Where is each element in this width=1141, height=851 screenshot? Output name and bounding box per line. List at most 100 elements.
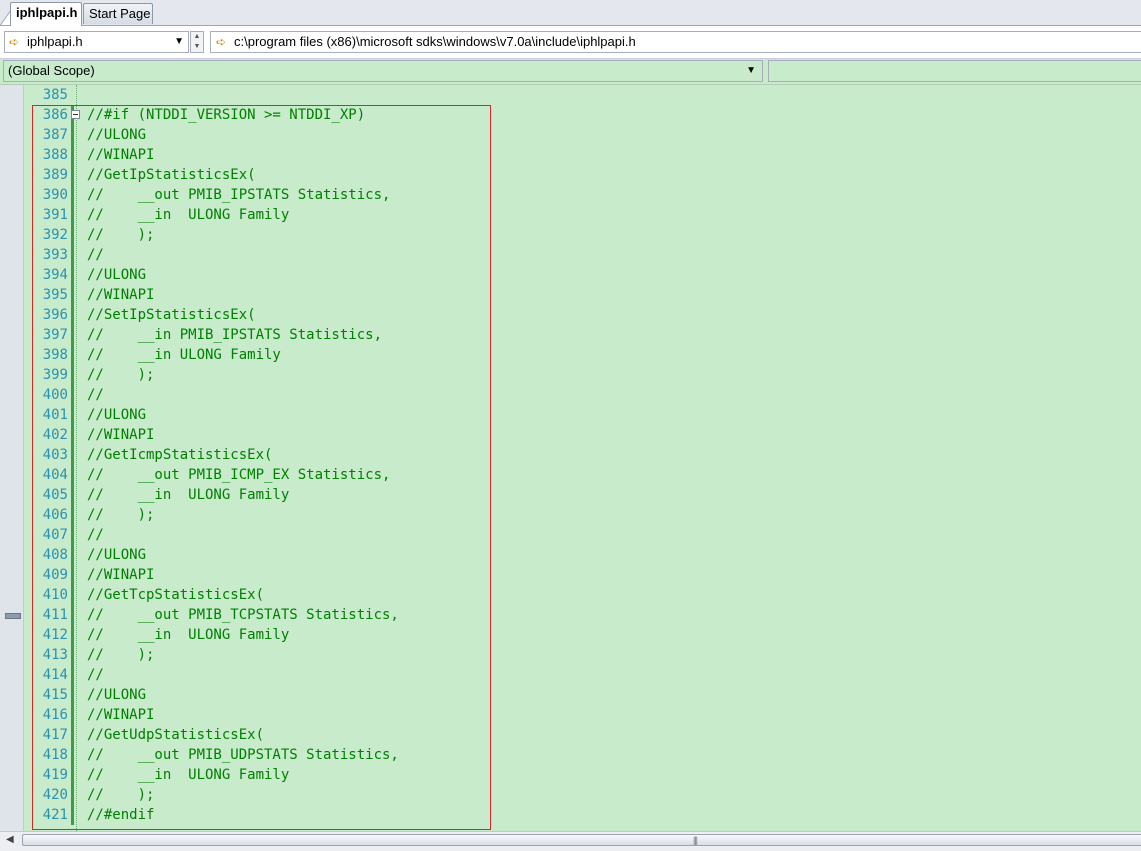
code-text: // __out PMIB_ICMP_EX Statistics,: [87, 467, 391, 483]
chevron-down-icon[interactable]: ▼: [746, 61, 756, 81]
code-text: //WINAPI: [87, 287, 155, 303]
code-text: //GetUdpStatisticsEx(: [87, 727, 265, 743]
code-line[interactable]: 417 //GetUdpStatisticsEx(: [25, 725, 1141, 745]
code-text: // );: [87, 647, 155, 663]
line-number: 406: [42, 507, 68, 523]
code-line[interactable]: 406 // );: [25, 505, 1141, 525]
code-line[interactable]: 390 // __out PMIB_IPSTATS Statistics,: [25, 185, 1141, 205]
line-number: 403: [42, 447, 68, 463]
line-number: 385: [42, 87, 68, 103]
code-line[interactable]: 396 //SetIpStatisticsEx(: [25, 305, 1141, 325]
spin-down-icon[interactable]: ▼: [191, 42, 203, 52]
code-editor[interactable]: 385 386//#if (NTDDI_VERSION >= NTDDI_XP) 3…: [0, 85, 1141, 831]
tab-start-page[interactable]: Start Page: [83, 3, 153, 24]
code-line[interactable]: 397 // __in PMIB_IPSTATS Statistics,: [25, 325, 1141, 345]
document-tab-strip: iphlpapi.h Start Page: [0, 0, 1141, 26]
code-line[interactable]: 404 // __out PMIB_ICMP_EX Statistics,: [25, 465, 1141, 485]
line-number: 395: [42, 287, 68, 303]
code-line[interactable]: 392 // );: [25, 225, 1141, 245]
code-text: // __in PMIB_IPSTATS Statistics,: [87, 327, 383, 343]
code-lines[interactable]: 385 386//#if (NTDDI_VERSION >= NTDDI_XP) 3…: [25, 85, 1141, 825]
indicator-margin[interactable]: [0, 85, 24, 831]
spin-up-icon[interactable]: ▲: [191, 32, 203, 42]
line-number: 413: [42, 647, 68, 663]
line-number: 416: [42, 707, 68, 723]
line-number: 394: [42, 267, 68, 283]
code-line[interactable]: 391 // __in ULONG Family: [25, 205, 1141, 225]
code-line[interactable]: 414 //: [25, 665, 1141, 685]
line-number: 405: [42, 487, 68, 503]
line-number: 415: [42, 687, 68, 703]
code-line[interactable]: 415 //ULONG: [25, 685, 1141, 705]
code-line[interactable]: 409 //WINAPI: [25, 565, 1141, 585]
code-line[interactable]: 393 //: [25, 245, 1141, 265]
line-number: 392: [42, 227, 68, 243]
code-line[interactable]: 385: [25, 85, 1141, 105]
code-line[interactable]: 387 //ULONG: [25, 125, 1141, 145]
code-line[interactable]: 419 // __in ULONG Family: [25, 765, 1141, 785]
code-text: //WINAPI: [87, 147, 155, 163]
code-line[interactable]: 410 //GetTcpStatisticsEx(: [25, 585, 1141, 605]
code-text: // );: [87, 367, 155, 383]
code-line[interactable]: 418 // __out PMIB_UDPSTATS Statistics,: [25, 745, 1141, 765]
code-text: // __in ULONG Family: [87, 347, 281, 363]
code-line[interactable]: 416 //WINAPI: [25, 705, 1141, 725]
code-text: // );: [87, 507, 155, 523]
line-number: 414: [42, 667, 68, 683]
code-line[interactable]: 386 //#if (NTDDI_VERSION >= NTDDI_XP): [25, 105, 1141, 125]
member-dropdown[interactable]: [768, 60, 1141, 82]
code-text: //GetTcpStatisticsEx(: [87, 587, 265, 603]
chevron-down-icon[interactable]: ▼: [174, 32, 184, 52]
code-text: //: [87, 667, 104, 683]
collapse-outline-icon[interactable]: [71, 110, 80, 119]
code-line[interactable]: 408 //ULONG: [25, 545, 1141, 565]
line-number: 401: [42, 407, 68, 423]
code-line[interactable]: 388 //WINAPI: [25, 145, 1141, 165]
code-text: //SetIpStatisticsEx(: [87, 307, 256, 323]
line-number: 407: [42, 527, 68, 543]
code-line[interactable]: 403 //GetIcmpStatisticsEx(: [25, 445, 1141, 465]
code-line[interactable]: 411 // __out PMIB_TCPSTATS Statistics,: [25, 605, 1141, 625]
code-line[interactable]: 407 //: [25, 525, 1141, 545]
line-number: 400: [42, 387, 68, 403]
code-line[interactable]: 395 //WINAPI: [25, 285, 1141, 305]
code-line[interactable]: 401 //ULONG: [25, 405, 1141, 425]
file-spin-buttons[interactable]: ▲ ▼: [190, 31, 204, 53]
horizontal-scrollbar[interactable]: ◀ |||: [0, 831, 1141, 851]
code-line[interactable]: 389 //GetIpStatisticsEx(: [25, 165, 1141, 185]
file-path-field[interactable]: ➪ c:\program files (x86)\microsoft sdks\…: [210, 31, 1141, 53]
line-number: 387: [42, 127, 68, 143]
code-line[interactable]: 398 // __in ULONG Family: [25, 345, 1141, 365]
line-number: 389: [42, 167, 68, 183]
file-path-text: c:\program files (x86)\microsoft sdks\wi…: [234, 34, 636, 49]
scope-bar: (Global Scope) ▼: [0, 59, 1141, 85]
code-line[interactable]: 400 //: [25, 385, 1141, 405]
code-text: // );: [87, 227, 155, 243]
code-text: //ULONG: [87, 407, 147, 423]
scrollbar-thumb[interactable]: |||: [22, 834, 1141, 846]
line-number: 404: [42, 467, 68, 483]
scope-dropdown[interactable]: (Global Scope) ▼: [3, 60, 763, 82]
line-number: 409: [42, 567, 68, 583]
line-number: 419: [42, 767, 68, 783]
code-line[interactable]: 402 //WINAPI: [25, 425, 1141, 445]
scroll-left-icon[interactable]: ◀: [6, 834, 14, 845]
code-line[interactable]: 421 //#endif: [25, 805, 1141, 825]
tab-iphlpapi-h[interactable]: iphlpapi.h: [10, 2, 82, 26]
code-line[interactable]: 394 //ULONG: [25, 265, 1141, 285]
code-text: // __in ULONG Family: [87, 207, 290, 223]
code-text: //ULONG: [87, 687, 147, 703]
code-text: //WINAPI: [87, 427, 155, 443]
code-line[interactable]: 412 // __in ULONG Family: [25, 625, 1141, 645]
line-number: 402: [42, 427, 68, 443]
file-selector-dropdown[interactable]: ➪ iphlpapi.h ▼: [4, 31, 189, 53]
line-number: 410: [42, 587, 68, 603]
code-line[interactable]: 405 // __in ULONG Family: [25, 485, 1141, 505]
code-line[interactable]: 413 // );: [25, 645, 1141, 665]
line-number: 412: [42, 627, 68, 643]
code-line[interactable]: 399 // );: [25, 365, 1141, 385]
navigation-bar: ➪ iphlpapi.h ▼ ▲ ▼ ➪ c:\program files (x…: [0, 26, 1141, 59]
code-text: //ULONG: [87, 267, 147, 283]
code-line[interactable]: 420 // );: [25, 785, 1141, 805]
code-text: //: [87, 527, 104, 543]
